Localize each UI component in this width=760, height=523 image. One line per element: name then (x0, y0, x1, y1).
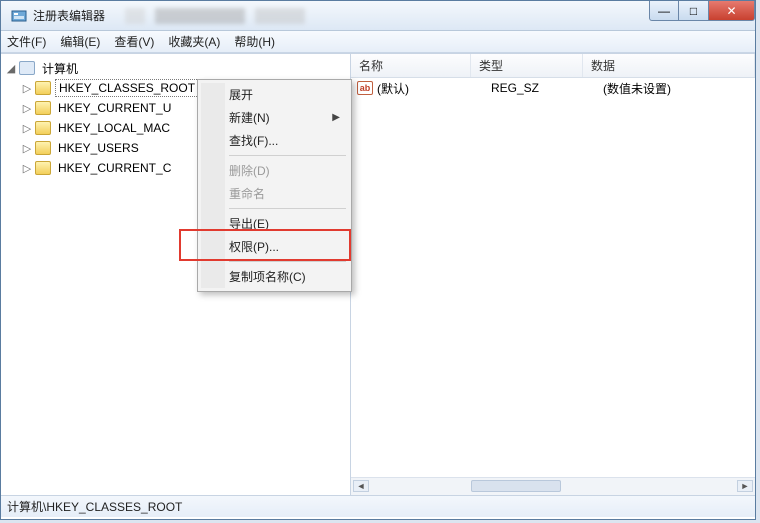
tree-key-label: HKEY_CURRENT_C (55, 160, 174, 176)
tree-key-label: HKEY_USERS (55, 140, 142, 156)
menu-help[interactable]: 帮助(H) (234, 33, 275, 50)
tree-key-label: HKEY_CLASSES_ROOT (55, 79, 199, 97)
ctx-delete: 删除(D) (201, 159, 348, 182)
col-name[interactable]: 名称 (351, 54, 471, 77)
app-icon (11, 8, 27, 24)
list-body[interactable]: ab (默认) REG_SZ (数值未设置) (351, 78, 755, 477)
computer-icon (19, 61, 35, 75)
expand-icon[interactable]: ▷ (19, 162, 35, 175)
tree-root-computer[interactable]: ◢ 计算机 (3, 58, 348, 78)
context-menu: 展开 新建(N)▶ 查找(F)... 删除(D) 重命名 导出(E) 权限(P)… (197, 79, 352, 292)
window-buttons: — □ ✕ (649, 1, 755, 21)
ctx-find[interactable]: 查找(F)... (201, 129, 348, 152)
horizontal-scrollbar[interactable]: ◄ ► (351, 477, 755, 495)
ctx-copy-key-name[interactable]: 复制项名称(C) (201, 265, 348, 288)
tree-key-label: HKEY_CURRENT_U (55, 100, 174, 116)
value-name: (默认) (377, 80, 491, 97)
col-data[interactable]: 数据 (583, 54, 755, 77)
registry-editor-window: 注册表编辑器 — □ ✕ 文件(F) 编辑(E) 查看(V) 收藏夹(A) 帮助… (0, 0, 756, 520)
ctx-rename: 重命名 (201, 182, 348, 205)
ctx-permissions[interactable]: 权限(P)... (201, 235, 348, 258)
titlebar[interactable]: 注册表编辑器 — □ ✕ (1, 1, 755, 31)
menu-view[interactable]: 查看(V) (114, 33, 154, 50)
minimize-button[interactable]: — (649, 1, 679, 21)
string-value-icon: ab (357, 81, 373, 95)
value-type: REG_SZ (491, 81, 603, 95)
folder-icon (35, 101, 51, 115)
collapse-icon[interactable]: ◢ (3, 62, 19, 75)
folder-icon (35, 81, 51, 95)
window-title: 注册表编辑器 (33, 7, 105, 24)
expand-icon[interactable]: ▷ (19, 142, 35, 155)
menu-separator (229, 261, 346, 262)
status-path: 计算机\HKEY_CLASSES_ROOT (7, 498, 182, 515)
expand-icon[interactable]: ▷ (19, 82, 35, 95)
expand-icon[interactable]: ▷ (19, 102, 35, 115)
ctx-new[interactable]: 新建(N)▶ (201, 106, 348, 129)
folder-icon (35, 141, 51, 155)
close-button[interactable]: ✕ (709, 1, 755, 21)
scroll-thumb[interactable] (471, 480, 561, 492)
statusbar: 计算机\HKEY_CLASSES_ROOT (1, 495, 755, 517)
tree-root-label: 计算机 (39, 59, 81, 78)
value-data: (数值未设置) (603, 80, 755, 97)
value-list-pane: 名称 类型 数据 ab (默认) REG_SZ (数值未设置) ◄ ► (351, 54, 755, 495)
scroll-left-icon[interactable]: ◄ (353, 480, 369, 492)
menu-separator (229, 155, 346, 156)
maximize-button[interactable]: □ (679, 1, 709, 21)
menu-separator (229, 208, 346, 209)
ctx-expand[interactable]: 展开 (201, 83, 348, 106)
list-header: 名称 类型 数据 (351, 54, 755, 78)
menu-file[interactable]: 文件(F) (7, 33, 46, 50)
scroll-right-icon[interactable]: ► (737, 480, 753, 492)
menubar: 文件(F) 编辑(E) 查看(V) 收藏夹(A) 帮助(H) (1, 31, 755, 53)
folder-icon (35, 161, 51, 175)
tree-key-label: HKEY_LOCAL_MAC (55, 120, 173, 136)
client-area: ◢ 计算机 ▷ HKEY_CLASSES_ROOT ▷ HKEY_CURRENT… (1, 53, 755, 495)
menu-edit[interactable]: 编辑(E) (60, 33, 100, 50)
list-row[interactable]: ab (默认) REG_SZ (数值未设置) (351, 78, 755, 98)
ctx-export[interactable]: 导出(E) (201, 212, 348, 235)
menu-favorites[interactable]: 收藏夹(A) (168, 33, 220, 50)
col-type[interactable]: 类型 (471, 54, 583, 77)
expand-icon[interactable]: ▷ (19, 122, 35, 135)
folder-icon (35, 121, 51, 135)
submenu-arrow-icon: ▶ (332, 112, 340, 123)
